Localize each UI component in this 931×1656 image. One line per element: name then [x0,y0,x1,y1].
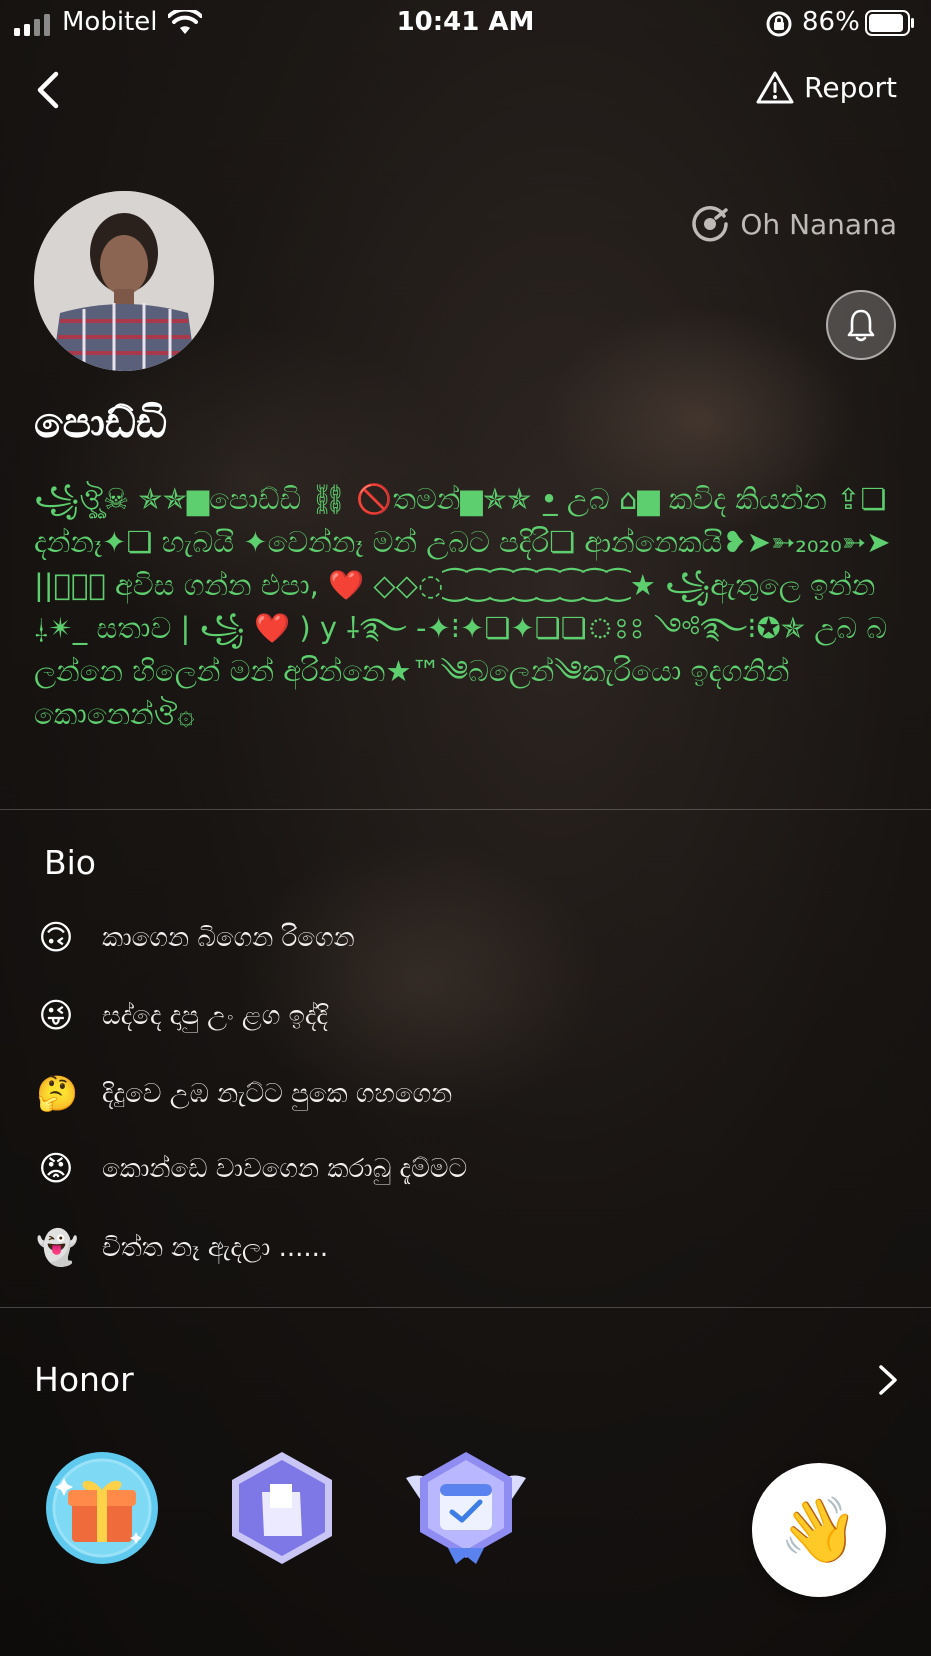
rotation-lock-icon [766,11,792,37]
status-bar: Mobitel 10:41 AM 86% [0,0,931,48]
upside-down-face-icon: 🙃 [38,918,74,958]
battery-percent: 86% [802,7,860,37]
notification-bell-button[interactable] [826,290,896,360]
chevron-right-icon[interactable] [875,1362,901,1398]
music-title: Oh Nanana [740,207,897,241]
report-button[interactable]: Report [756,70,897,104]
thinking-face-icon: 🤔 [36,1074,79,1114]
bio-item-text: දිදුවෙ උඹ නැට්ට පුකෙ ගහගෙන [102,1078,453,1109]
music-tag[interactable]: Oh Nanana [690,204,897,244]
music-disc-icon [692,206,729,242]
hexagon-profile-badge-icon[interactable] [222,1448,342,1568]
back-button[interactable] [28,66,68,114]
bell-icon [847,309,875,342]
bio-item-text: කොන්ඩෙ වාවගෙන කරාබු දැම්මට [102,1153,468,1184]
avatar-photo [34,191,214,371]
warning-icon [756,71,794,104]
bio-item: 😡 කොන්ඩෙ වාවගෙන කරාබු දැම්මට [36,1147,467,1191]
divider [0,809,931,810]
honor-title[interactable]: Honor [34,1360,134,1399]
profile-status-text: ꧁ঔৣ☠︎ ✯✯▆පොඩ්ඩි ⛓ 🚫තමන්▆✯✯ •̲ උබ ⌂▆ කවිද… [34,482,891,731]
username: පොඩ්ඩි [34,398,168,447]
winged-calendar-badge-icon[interactable] [396,1448,536,1568]
bio-item-text: සද්දෙ දාපු උං ළග ඉද්දි [102,1000,328,1031]
bio-item: 🙃 කාගෙන බිගෙන රිගෙන [36,916,355,960]
bio-item: 😜 සද්දෙ දාපු උං ළග ඉද්දි [36,994,328,1038]
bio-item: 👻 චිත්ත නෑ ඇදලා ...... [36,1226,328,1270]
bio-title: Bio [44,843,96,882]
bio-item-text: චිත්ත නෑ ඇදලා ...... [102,1232,329,1263]
avatar[interactable] [34,191,214,371]
winking-tongue-face-icon: 😜 [38,996,74,1036]
report-label: Report [804,70,897,104]
battery-icon [865,10,914,36]
ghost-icon: 👻 [36,1228,79,1268]
angry-face-icon: 😡 [38,1149,74,1189]
divider [0,1307,931,1308]
wave-button[interactable]: 👋 [752,1463,886,1597]
bio-item-text: කාගෙන බිගෙන රිගෙන [102,922,355,953]
bio-item: 🤔 දිදුවෙ උඹ නැට්ට පුකෙ ගහගෙන [36,1072,452,1116]
gift-badge-icon[interactable] [42,1448,162,1568]
